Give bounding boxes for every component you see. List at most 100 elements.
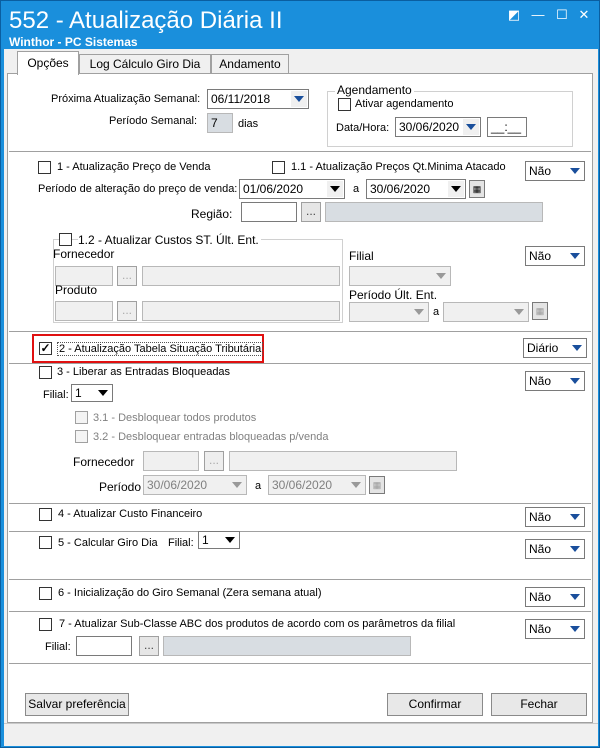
- s5-frequency-select[interactable]: Não: [525, 539, 585, 559]
- s2-frequency-select[interactable]: Diário: [523, 338, 587, 358]
- s3-label: 3 - Liberar as Entradas Bloqueadas: [57, 366, 231, 378]
- s1-periodo-label: Período de alteração do preço de venda:: [38, 183, 238, 195]
- calendar-icon: ▦: [532, 302, 548, 320]
- s3-filial-select[interactable]: 1: [71, 384, 113, 402]
- chevron-down-icon: [511, 304, 527, 320]
- regiao-input[interactable]: [241, 202, 297, 222]
- regiao-search-button[interactable]: ...: [301, 202, 321, 222]
- s5-checkbox[interactable]: [39, 536, 52, 549]
- s12-produto-description: [142, 301, 340, 321]
- maximize-icon[interactable]: ☐: [553, 7, 571, 23]
- datahora-label: Data/Hora:: [336, 122, 390, 134]
- separator: [9, 531, 591, 532]
- ativar-agendamento-checkbox[interactable]: [338, 98, 351, 111]
- datahora-date-input[interactable]: 30/06/2020: [395, 117, 481, 137]
- periodo-semanal-label: Período Semanal:: [109, 115, 198, 127]
- proxima-date-value: 06/11/2018: [211, 92, 271, 106]
- s1-date-to-input[interactable]: 30/06/2020: [366, 179, 466, 199]
- restore-icon[interactable]: ◩: [505, 7, 523, 23]
- s7-frequency-select[interactable]: Não: [525, 619, 585, 639]
- s1-date-from-value: 01/06/2020: [243, 182, 304, 196]
- s3-date-to-input: 30/06/2020: [268, 475, 366, 495]
- confirmar-button[interactable]: Confirmar: [387, 693, 483, 716]
- s31-checkbox: [75, 411, 88, 424]
- chevron-down-icon[interactable]: [448, 181, 464, 197]
- separator: [9, 611, 591, 612]
- s6-checkbox[interactable]: [39, 587, 52, 600]
- chevron-down-icon[interactable]: [95, 386, 111, 400]
- s7-frequency-value: Não: [529, 622, 552, 636]
- s7-filial-input[interactable]: [76, 636, 132, 656]
- window-title: 552 - Atualização Diária II: [9, 7, 283, 34]
- chevron-down-icon[interactable]: [569, 340, 585, 356]
- s4-frequency-select[interactable]: Não: [525, 507, 585, 527]
- s4-label: 4 - Atualizar Custo Financeiro: [58, 508, 203, 520]
- chevron-down-icon[interactable]: [567, 373, 583, 389]
- s7-checkbox[interactable]: [39, 618, 52, 631]
- s2-checkbox[interactable]: ✓: [39, 342, 52, 355]
- chevron-down-icon[interactable]: [567, 589, 583, 605]
- s3-fornecedor-label: Fornecedor: [73, 455, 135, 469]
- s3-frequency-select[interactable]: Não: [525, 371, 585, 391]
- s12-produto-search-button: ...: [117, 301, 137, 321]
- s5-filial-value: 1: [202, 533, 209, 547]
- fechar-button[interactable]: Fechar: [491, 693, 587, 716]
- s6-label: 6 - Inicialização do Giro Semanal (Zera …: [58, 587, 322, 599]
- s2-frequency-value: Diário: [527, 341, 559, 355]
- s12-fornecedor-description: [142, 266, 340, 286]
- s32-label: 3.2 - Desbloquear entradas bloqueadas p/…: [93, 431, 329, 443]
- periodo-semanal-input[interactable]: 7: [207, 113, 233, 133]
- s6-frequency-select[interactable]: Não: [525, 587, 585, 607]
- proxima-label: Próxima Atualização Semanal:: [51, 93, 201, 105]
- s6-frequency-value: Não: [529, 590, 552, 604]
- minimize-icon[interactable]: —: [529, 7, 547, 23]
- s7-filial-description: [163, 636, 411, 656]
- s12-fornecedor-search-button: ...: [117, 266, 137, 286]
- chevron-down-icon[interactable]: [327, 181, 343, 197]
- s1-date-from-input[interactable]: 01/06/2020: [239, 179, 345, 199]
- s12-date-from-input: [349, 302, 429, 322]
- s12-produto-label: Produto: [55, 283, 98, 297]
- datahora-date-value: 30/06/2020: [399, 120, 460, 134]
- separator: [9, 363, 591, 364]
- s3-date-from-input: 30/06/2020: [143, 475, 247, 495]
- chevron-down-icon[interactable]: [567, 621, 583, 637]
- separator: [9, 663, 591, 664]
- salvar-preferencia-button[interactable]: Salvar preferência: [25, 693, 129, 716]
- s5-frequency-value: Não: [529, 542, 552, 556]
- chevron-down-icon[interactable]: [463, 119, 479, 135]
- tab-andamento[interactable]: Andamento: [211, 54, 289, 74]
- s12-date-to-input: [443, 302, 529, 322]
- s4-checkbox[interactable]: [39, 508, 52, 521]
- chevron-down-icon[interactable]: [222, 533, 238, 547]
- window: 552 - Atualização Diária II Winthor - PC…: [0, 0, 600, 748]
- chevron-down-icon[interactable]: [567, 509, 583, 525]
- s5-label: 5 - Calcular Giro Dia: [58, 537, 158, 549]
- chevron-down-icon[interactable]: [567, 163, 583, 179]
- close-icon[interactable]: ✕: [575, 7, 593, 23]
- s2-label: 2 - Atualização Tabela Situação Tributár…: [57, 342, 264, 356]
- chevron-down-icon[interactable]: [567, 248, 583, 264]
- tab-opcoes[interactable]: Opções: [17, 51, 79, 75]
- s1-checkbox[interactable]: [38, 161, 51, 174]
- s32-checkbox: [75, 430, 88, 443]
- s7-filial-search-button[interactable]: ...: [139, 636, 159, 656]
- s1-frequency-select[interactable]: Não: [525, 161, 585, 181]
- s5-filial-select[interactable]: 1: [198, 531, 240, 549]
- separator: [9, 579, 591, 580]
- calendar-icon[interactable]: ▦: [469, 180, 485, 198]
- s12-checkbox[interactable]: [59, 233, 72, 246]
- separator: [9, 503, 591, 504]
- tab-log-calculo[interactable]: Log Cálculo Giro Dia: [79, 54, 211, 74]
- chevron-down-icon[interactable]: [567, 541, 583, 557]
- s12-frequency-select[interactable]: Não: [525, 246, 585, 266]
- chevron-down-icon[interactable]: [291, 91, 307, 107]
- s3-date-from-value: 30/06/2020: [147, 478, 208, 492]
- s3-checkbox[interactable]: [39, 366, 52, 379]
- status-bar: [4, 723, 598, 745]
- proxima-date-input[interactable]: 06/11/2018: [207, 89, 309, 109]
- s3-frequency-value: Não: [529, 374, 552, 388]
- s11-checkbox[interactable]: [272, 161, 285, 174]
- s4-frequency-value: Não: [529, 510, 552, 524]
- datahora-time-input[interactable]: __:__: [487, 117, 527, 137]
